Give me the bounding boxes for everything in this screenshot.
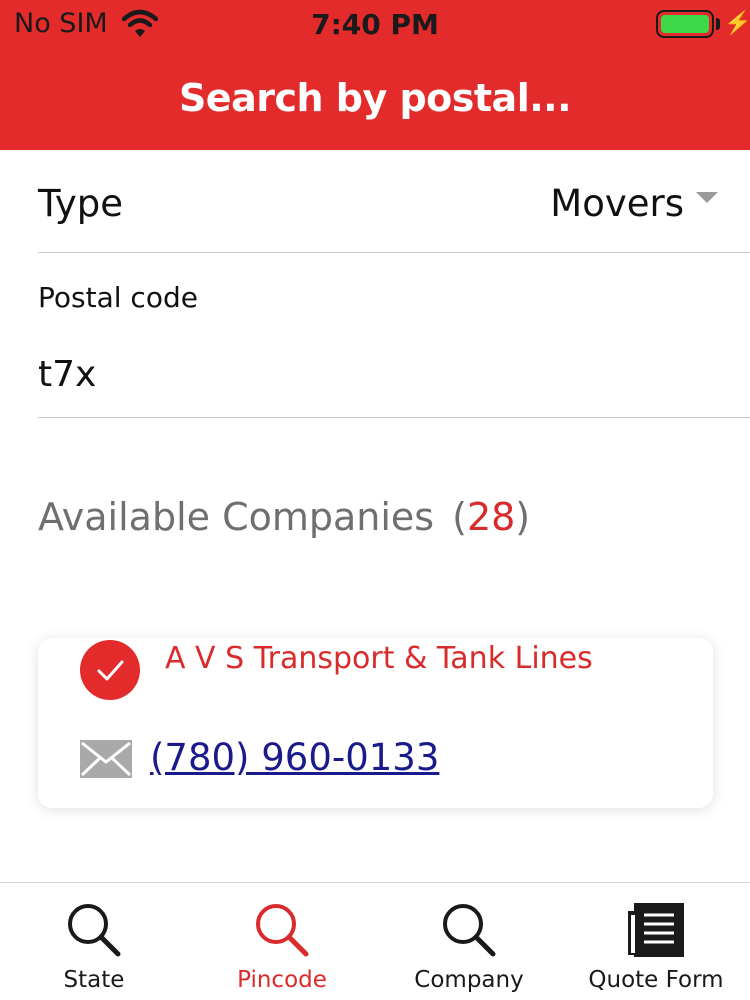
header-bar: No SIM 7:40 PM ⚡ Search by postal...: [0, 0, 750, 150]
tab-label: State: [63, 967, 125, 993]
company-card[interactable]: A V S Transport & Tank Lines (780) 960-0…: [38, 638, 713, 808]
battery-tip: [716, 18, 720, 30]
results-count: 28: [466, 495, 516, 539]
search-icon: [68, 904, 121, 957]
tab-label: Company: [414, 967, 524, 993]
company-phone-link[interactable]: (780) 960-0133: [150, 736, 439, 779]
page-title: Search by postal...: [178, 76, 572, 120]
charging-bolt-icon: ⚡: [724, 10, 750, 35]
mail-icon[interactable]: [80, 740, 132, 778]
search-icon: [443, 904, 496, 957]
document-icon: [628, 903, 684, 957]
results-heading-label: Available Companies: [38, 495, 435, 539]
tab-company[interactable]: Company: [375, 883, 563, 1000]
search-icon: [256, 904, 309, 957]
tab-label: Quote Form: [588, 967, 724, 993]
results-count-close: ): [515, 495, 531, 539]
company-name[interactable]: A V S Transport & Tank Lines: [165, 641, 593, 676]
results-heading: Available Companies (28): [38, 495, 530, 539]
tab-state[interactable]: State: [0, 883, 188, 1000]
battery-icon: [656, 10, 714, 38]
tab-bar: State Pincode Company Quote Form: [0, 882, 750, 1000]
checkmark-icon: [80, 640, 140, 700]
tab-label: Pincode: [237, 967, 327, 993]
postal-code-field: Postal code: [38, 253, 750, 418]
battery-level-fill: [661, 15, 709, 33]
type-select[interactable]: Type Movers: [38, 154, 750, 253]
status-time: 7:40 PM: [311, 8, 439, 41]
status-bar: No SIM 7:40 PM ⚡: [0, 0, 750, 48]
tab-quote-form[interactable]: Quote Form: [562, 883, 750, 1000]
results-count-open: (: [452, 495, 467, 539]
type-value[interactable]: Movers: [550, 182, 684, 225]
dropdown-caret-icon[interactable]: [696, 192, 718, 203]
tab-pincode[interactable]: Pincode: [188, 883, 376, 1000]
results-count-wrap: (28): [452, 495, 530, 539]
postal-code-input[interactable]: [38, 349, 718, 399]
postal-code-label: Postal code: [38, 281, 198, 314]
type-label: Type: [38, 182, 123, 225]
